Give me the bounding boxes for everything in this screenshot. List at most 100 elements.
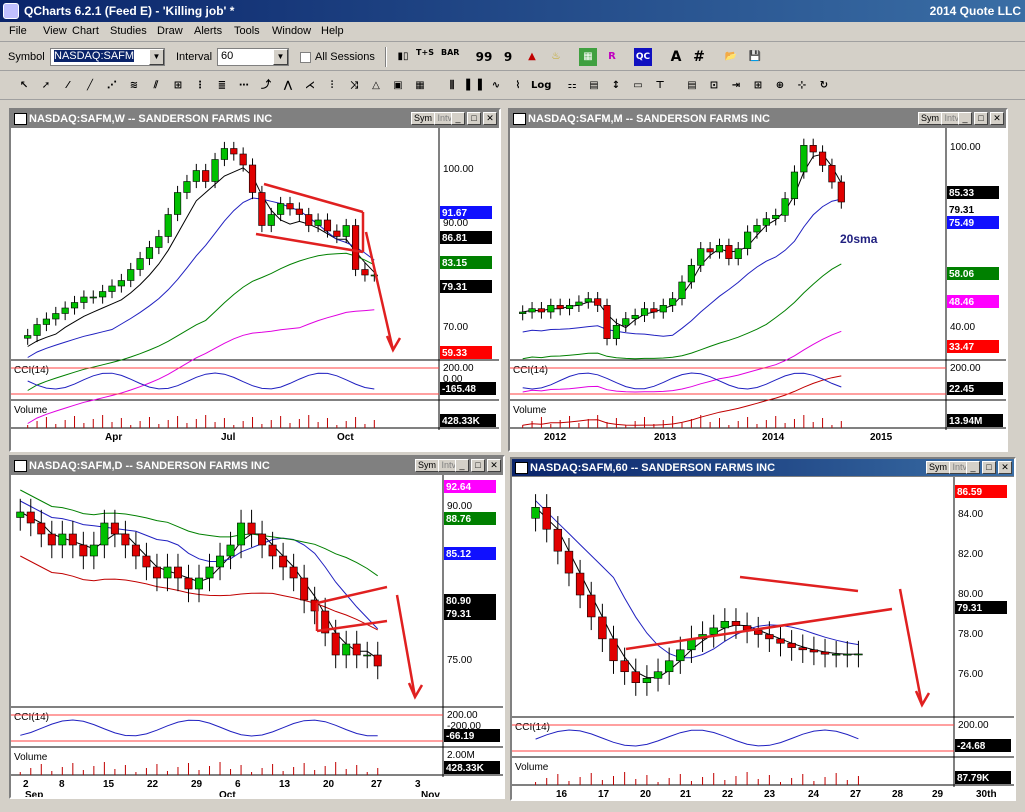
fib-icon[interactable]: ≋ bbox=[124, 76, 144, 96]
scale-icon[interactable]: ⚏ bbox=[562, 76, 582, 96]
panel-titlebar[interactable]: NASDAQ:SAFM,W -- SANDERSON FARMS INC Sym… bbox=[11, 110, 499, 128]
channel-icon[interactable]: ⋰ bbox=[102, 76, 122, 96]
menu-alerts[interactable]: Alerts bbox=[194, 25, 222, 37]
hlines-icon[interactable]: ≣ bbox=[212, 76, 232, 96]
chart-canvas-weekly[interactable]: 100.00 90.00 70.00 91.67 86.81 83.15 79.31 59.3… bbox=[11, 128, 499, 450]
data-window-icon[interactable]: ▤ bbox=[682, 76, 702, 96]
sym-button[interactable]: Sym bbox=[926, 461, 950, 474]
bar-chart-icon[interactable]: ▮▯ bbox=[393, 47, 413, 67]
price-badge-label: 92.64 bbox=[446, 482, 471, 493]
line-icon[interactable]: ╱ bbox=[80, 76, 100, 96]
bars-icon[interactable]: ▦ bbox=[410, 76, 430, 96]
menu-draw[interactable]: Draw bbox=[157, 25, 183, 37]
parallel-icon[interactable]: ⫽ bbox=[146, 76, 166, 96]
snapshot-icon[interactable]: ⊡ bbox=[704, 76, 724, 96]
gann-icon[interactable]: ⫶ bbox=[322, 76, 342, 96]
text-a-button[interactable]: A bbox=[666, 47, 686, 67]
cursor-icon[interactable]: ⊤ bbox=[650, 76, 670, 96]
panel-titlebar-active[interactable]: NASDAQ:SAFM,60 -- SANDERSON FARMS INC Sy… bbox=[512, 459, 1014, 477]
ray-icon[interactable]: ⁄ bbox=[58, 76, 78, 96]
peak-icon[interactable]: ⋀ bbox=[278, 76, 298, 96]
pointer-icon[interactable]: ↖ bbox=[14, 76, 34, 96]
center-icon[interactable]: ⊕ bbox=[770, 76, 790, 96]
expand-icon[interactable]: ⊹ bbox=[792, 76, 812, 96]
panel-titlebar[interactable]: NASDAQ:SAFM,D -- SANDERSON FARMS INC Sym… bbox=[11, 457, 503, 475]
chart-panel-monthly[interactable]: NASDAQ:SAFM,M -- SANDERSON FARMS INC Sym… bbox=[508, 108, 1008, 452]
candles-icon[interactable]: ⫼ bbox=[442, 76, 462, 96]
chart-canvas-monthly[interactable]: 100.0060.0040.0085.3379.3175.4958.0648.4… bbox=[510, 128, 1006, 450]
cross-icon[interactable]: ⤨ bbox=[344, 76, 364, 96]
trendline-icon[interactable]: ➚ bbox=[36, 76, 56, 96]
interval-dropdown-button[interactable]: ▼ bbox=[273, 49, 288, 65]
menu-help[interactable]: Help bbox=[321, 25, 344, 37]
candle-body bbox=[818, 151, 827, 166]
sym-button[interactable]: Sym bbox=[415, 459, 439, 472]
minimize-button[interactable]: _ bbox=[958, 112, 972, 125]
quote-9-button[interactable]: 9 bbox=[498, 47, 518, 67]
grid-button[interactable]: # bbox=[689, 47, 709, 67]
quote-99-button[interactable]: 99 bbox=[474, 47, 494, 67]
zigzag-icon[interactable]: ⋌ bbox=[300, 76, 320, 96]
auto-scale-icon[interactable]: ⇥ bbox=[726, 76, 746, 96]
chart-panel-hourly[interactable]: NASDAQ:SAFM,60 -- SANDERSON FARMS INC Sy… bbox=[510, 457, 1016, 801]
frame-icon[interactable]: ▭ bbox=[628, 76, 648, 96]
close-button[interactable]: ✕ bbox=[487, 459, 501, 472]
panel-titlebar[interactable]: NASDAQ:SAFM,M -- SANDERSON FARMS INC Sym… bbox=[510, 110, 1006, 128]
table-icon[interactable]: ▤ bbox=[584, 76, 604, 96]
save-icon[interactable]: 💾 bbox=[745, 47, 765, 67]
candle-body bbox=[553, 528, 563, 552]
volume-badge-label: 87.79K bbox=[957, 773, 990, 784]
maximize-button[interactable]: □ bbox=[471, 459, 485, 472]
chart-canvas-daily[interactable]: 90.00 75.00 92.64 88.76 85.12 80.90 79.31 CCI(1… bbox=[11, 475, 503, 797]
radar-icon[interactable]: R bbox=[602, 47, 622, 67]
volume-bar bbox=[653, 424, 655, 428]
log-scale-icon[interactable]: Log bbox=[530, 76, 551, 96]
minimize-button[interactable]: _ bbox=[455, 459, 469, 472]
symbol-input[interactable]: NASDAQ:SAFM bbox=[50, 48, 165, 66]
vline-icon[interactable]: ⋮ bbox=[190, 76, 210, 96]
sym-button[interactable]: Sym bbox=[411, 112, 435, 125]
qc-button[interactable]: QC bbox=[633, 47, 653, 67]
menu-studies[interactable]: Studies bbox=[110, 25, 147, 37]
zoom-fit-icon[interactable]: ⊞ bbox=[748, 76, 768, 96]
menu-view[interactable]: View bbox=[43, 25, 67, 37]
open-folder-icon[interactable]: 📂 bbox=[721, 47, 741, 67]
candle-body bbox=[333, 230, 341, 237]
maximize-button[interactable]: □ bbox=[974, 112, 988, 125]
maximize-button[interactable]: □ bbox=[467, 112, 481, 125]
quote-board-icon[interactable]: ▦ bbox=[578, 47, 598, 67]
chart-canvas-hourly[interactable]: 84.00 82.00 80.00 78.00 76.00 86.59 79.31 CCI(1… bbox=[512, 477, 1014, 799]
chart-panel-daily[interactable]: NASDAQ:SAFM,D -- SANDERSON FARMS INC Sym… bbox=[9, 455, 505, 799]
close-button[interactable]: ✕ bbox=[483, 112, 497, 125]
bar-data-button[interactable]: BAR bbox=[440, 47, 460, 67]
close-button[interactable]: ✕ bbox=[990, 112, 1004, 125]
triangle-icon[interactable]: △ bbox=[366, 76, 386, 96]
chart-panel-weekly[interactable]: NASDAQ:SAFM,W -- SANDERSON FARMS INC Sym… bbox=[9, 108, 501, 452]
all-sessions-checkbox[interactable] bbox=[300, 52, 311, 63]
menu-chart[interactable]: Chart bbox=[72, 25, 99, 37]
maximize-button[interactable]: □ bbox=[982, 461, 996, 474]
flame-icon[interactable]: ♨ bbox=[546, 47, 566, 67]
menu-file[interactable]: File bbox=[9, 25, 27, 37]
candle-body bbox=[108, 285, 116, 292]
menu-window[interactable]: Window bbox=[272, 25, 311, 37]
arc-icon[interactable]: ⤴ bbox=[256, 76, 276, 96]
candle-body bbox=[528, 308, 536, 313]
time-sales-button[interactable]: T+S bbox=[415, 47, 435, 67]
symbol-dropdown-button[interactable]: ▼ bbox=[149, 49, 164, 65]
minimize-button[interactable]: _ bbox=[451, 112, 465, 125]
minimize-button[interactable]: _ bbox=[966, 461, 980, 474]
sym-button[interactable]: Sym bbox=[918, 112, 942, 125]
volume-bar bbox=[51, 771, 53, 775]
line-chart-icon[interactable]: ∿ bbox=[486, 76, 506, 96]
alert-a-icon[interactable]: ▲ bbox=[522, 47, 542, 67]
close-button[interactable]: ✕ bbox=[998, 461, 1012, 474]
menu-tools[interactable]: Tools bbox=[234, 25, 260, 37]
study-icon[interactable]: ▣ bbox=[388, 76, 408, 96]
range-icon[interactable]: ↕ bbox=[606, 76, 626, 96]
reset-icon[interactable]: ↻ bbox=[814, 76, 834, 96]
spline-icon[interactable]: ⌇ bbox=[508, 76, 528, 96]
ohlc-icon[interactable]: ▌▐ bbox=[464, 76, 484, 96]
dots-icon[interactable]: ⋯ bbox=[234, 76, 254, 96]
box-icon[interactable]: ⊞ bbox=[168, 76, 188, 96]
